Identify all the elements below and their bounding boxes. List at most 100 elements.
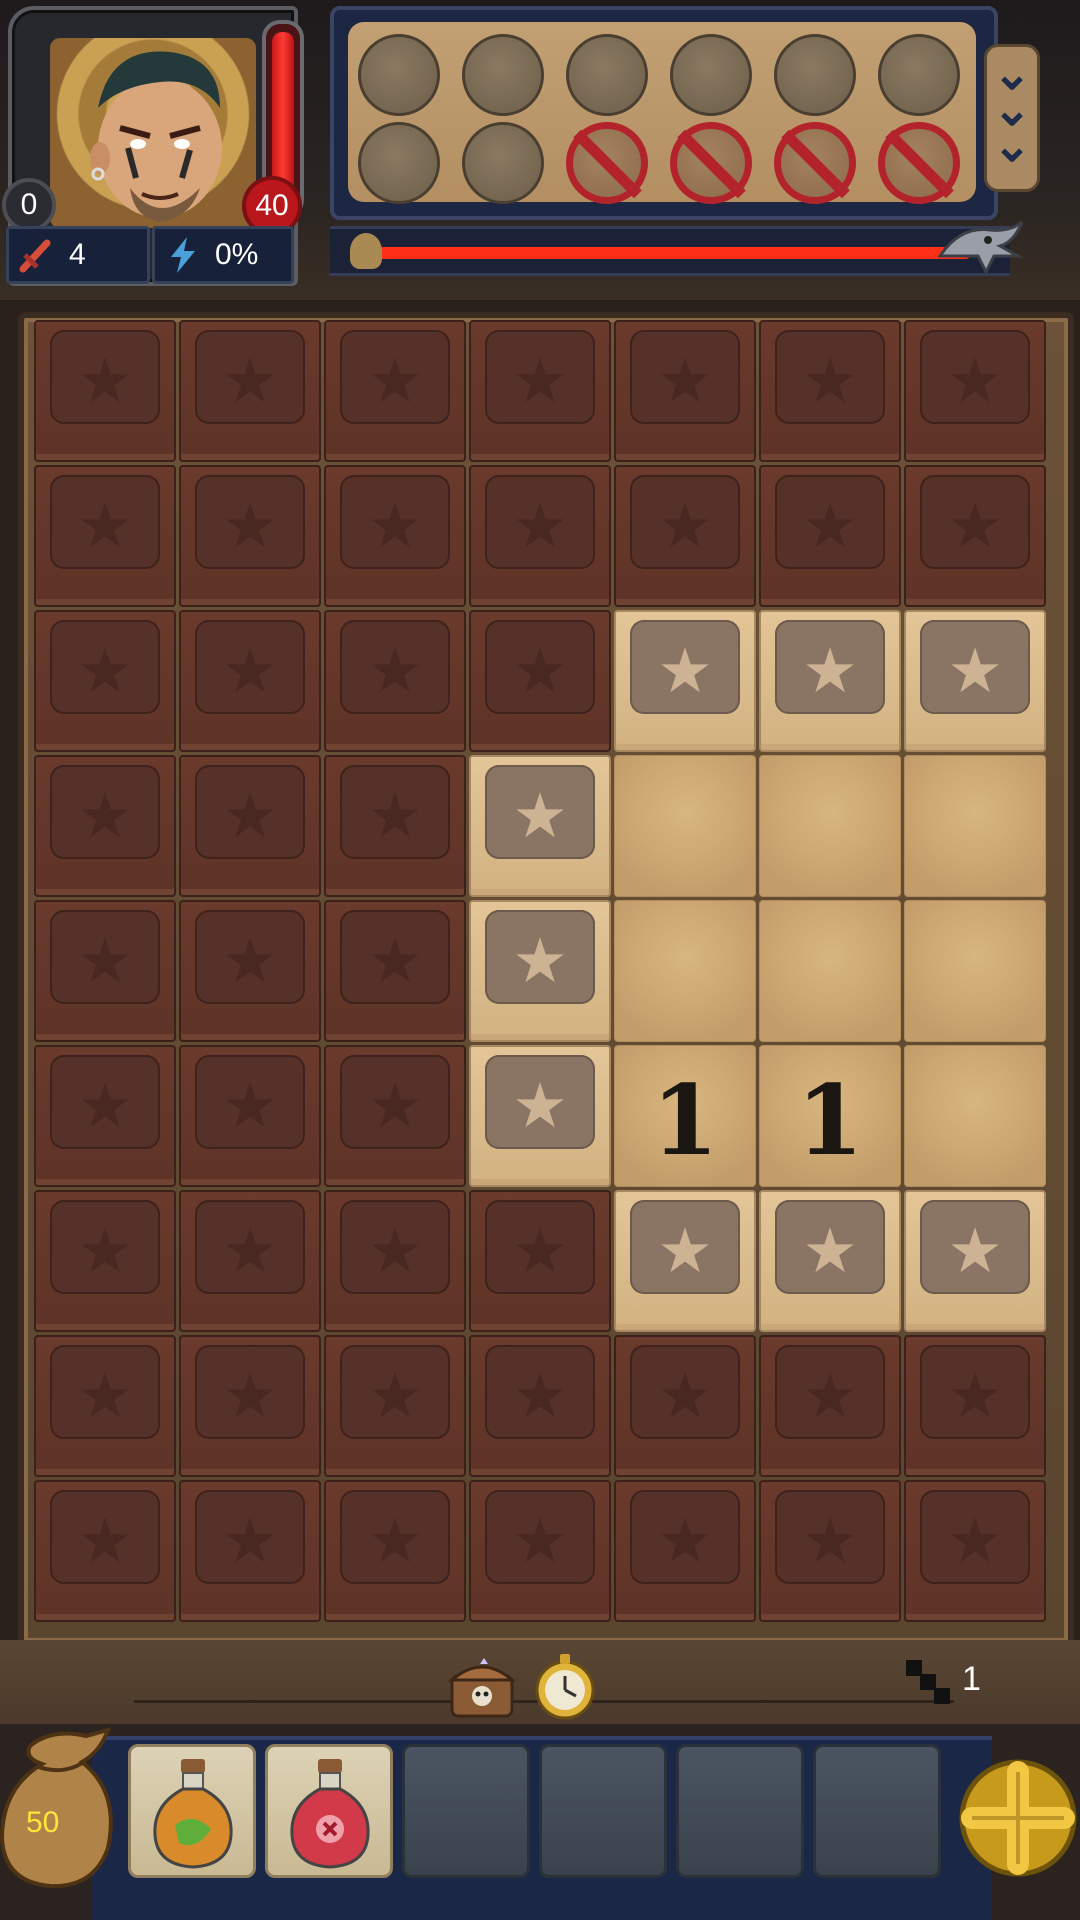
covered-tile[interactable]: ★ <box>469 610 611 752</box>
covered-tile[interactable]: ★ <box>179 320 321 462</box>
opened-tile[interactable]: ★ <box>469 900 611 1042</box>
covered-tile[interactable]: ★ <box>614 1335 756 1477</box>
covered-tile[interactable]: ★ <box>179 1190 321 1332</box>
tile-face: ★ <box>775 330 885 424</box>
tile-face: ★ <box>340 765 450 859</box>
star-icon: ★ <box>77 779 133 852</box>
opened-tile[interactable]: ★ <box>759 1190 901 1332</box>
empty-item-slot[interactable] <box>813 1744 941 1878</box>
empty-item-slot[interactable] <box>539 1744 667 1878</box>
covered-tile[interactable]: ★ <box>759 465 901 607</box>
covered-tile[interactable]: ★ <box>469 1480 611 1622</box>
covered-tile[interactable]: ★ <box>324 320 466 462</box>
covered-tile[interactable]: ★ <box>469 1190 611 1332</box>
tile-face: ★ <box>630 330 740 424</box>
covered-tile[interactable]: ★ <box>759 1335 901 1477</box>
covered-tile[interactable]: ★ <box>34 900 176 1042</box>
empty-item-slot[interactable] <box>676 1744 804 1878</box>
star-icon: ★ <box>367 344 423 417</box>
star-icon: ★ <box>657 634 713 707</box>
opened-tile[interactable]: ★ <box>614 1190 756 1332</box>
covered-tile[interactable]: ★ <box>34 1335 176 1477</box>
covered-tile[interactable]: ★ <box>614 465 756 607</box>
revealed-tile[interactable] <box>904 900 1046 1042</box>
star-icon: ★ <box>367 1069 423 1142</box>
covered-tile[interactable]: ★ <box>469 320 611 462</box>
covered-tile[interactable]: ★ <box>614 1480 756 1622</box>
revealed-tile[interactable]: 1 <box>759 1045 901 1187</box>
stairs-icon <box>906 1660 950 1704</box>
opened-tile[interactable]: ★ <box>904 610 1046 752</box>
boss-bird-icon[interactable] <box>930 216 1026 280</box>
opened-tile[interactable]: ★ <box>614 610 756 752</box>
covered-tile[interactable]: ★ <box>324 1480 466 1622</box>
blocked-slot <box>774 122 856 204</box>
star-icon: ★ <box>657 1214 713 1287</box>
covered-tile[interactable]: ★ <box>324 900 466 1042</box>
covered-tile[interactable]: ★ <box>904 1335 1046 1477</box>
empty-item-slot[interactable] <box>402 1744 530 1878</box>
covered-tile[interactable]: ★ <box>324 1190 466 1332</box>
tile-face: ★ <box>485 1055 595 1149</box>
inventory-slot-board <box>348 22 976 204</box>
star-icon: ★ <box>512 1214 568 1287</box>
covered-tile[interactable]: ★ <box>904 1480 1046 1622</box>
red-potion-slot[interactable] <box>265 1744 393 1878</box>
revealed-tile[interactable] <box>759 900 901 1042</box>
covered-tile[interactable]: ★ <box>324 465 466 607</box>
treasure-chest-icon[interactable] <box>446 1654 518 1720</box>
expand-chevron-button[interactable]: ⌄ ⌄ ⌄ <box>984 44 1040 192</box>
opened-tile[interactable]: ★ <box>904 1190 1046 1332</box>
hero-progress-marker <box>350 233 382 269</box>
coin-bag-icon[interactable] <box>0 1722 120 1892</box>
tile-face: ★ <box>485 1200 595 1294</box>
covered-tile[interactable]: ★ <box>324 1045 466 1187</box>
revealed-tile[interactable] <box>759 755 901 897</box>
star-icon: ★ <box>802 344 858 417</box>
covered-tile[interactable]: ★ <box>34 610 176 752</box>
covered-tile[interactable]: ★ <box>34 1045 176 1187</box>
covered-tile[interactable]: ★ <box>324 755 466 897</box>
opened-tile[interactable]: ★ <box>759 610 901 752</box>
covered-tile[interactable]: ★ <box>179 465 321 607</box>
tile-face: ★ <box>50 1490 160 1584</box>
covered-tile[interactable]: ★ <box>469 1335 611 1477</box>
covered-tile[interactable]: ★ <box>469 465 611 607</box>
covered-tile[interactable]: ★ <box>179 1045 321 1187</box>
revealed-tile[interactable]: 1 <box>614 1045 756 1187</box>
covered-tile[interactable]: ★ <box>759 320 901 462</box>
covered-tile[interactable]: ★ <box>179 900 321 1042</box>
tile-face: ★ <box>340 1345 450 1439</box>
revealed-tile[interactable] <box>614 755 756 897</box>
star-icon: ★ <box>77 344 133 417</box>
star-icon: ★ <box>222 1359 278 1432</box>
covered-tile[interactable]: ★ <box>759 1480 901 1622</box>
opened-tile[interactable]: ★ <box>469 755 611 897</box>
add-plus-button[interactable] <box>956 1752 1080 1884</box>
covered-tile[interactable]: ★ <box>904 320 1046 462</box>
covered-tile[interactable]: ★ <box>179 1335 321 1477</box>
opened-tile[interactable]: ★ <box>469 1045 611 1187</box>
covered-tile[interactable]: ★ <box>179 1480 321 1622</box>
covered-tile[interactable]: ★ <box>34 465 176 607</box>
revealed-tile[interactable] <box>904 755 1046 897</box>
covered-tile[interactable]: ★ <box>179 755 321 897</box>
covered-tile[interactable]: ★ <box>179 610 321 752</box>
revealed-tile[interactable] <box>904 1045 1046 1187</box>
stopwatch-icon[interactable] <box>532 1650 598 1722</box>
star-icon: ★ <box>222 489 278 562</box>
covered-tile[interactable]: ★ <box>324 610 466 752</box>
covered-tile[interactable]: ★ <box>904 465 1046 607</box>
covered-tile[interactable]: ★ <box>324 1335 466 1477</box>
covered-tile[interactable]: ★ <box>34 1480 176 1622</box>
attack-value: 4 <box>69 238 86 271</box>
hud: 0 40 4 0% ⌄ ⌄ ⌄ <box>0 0 1080 300</box>
covered-tile[interactable]: ★ <box>614 320 756 462</box>
star-icon: ★ <box>512 1069 568 1142</box>
covered-tile[interactable]: ★ <box>34 320 176 462</box>
star-icon: ★ <box>802 1504 858 1577</box>
revealed-tile[interactable] <box>614 900 756 1042</box>
covered-tile[interactable]: ★ <box>34 755 176 897</box>
green-potion-slot[interactable] <box>128 1744 256 1878</box>
covered-tile[interactable]: ★ <box>34 1190 176 1332</box>
